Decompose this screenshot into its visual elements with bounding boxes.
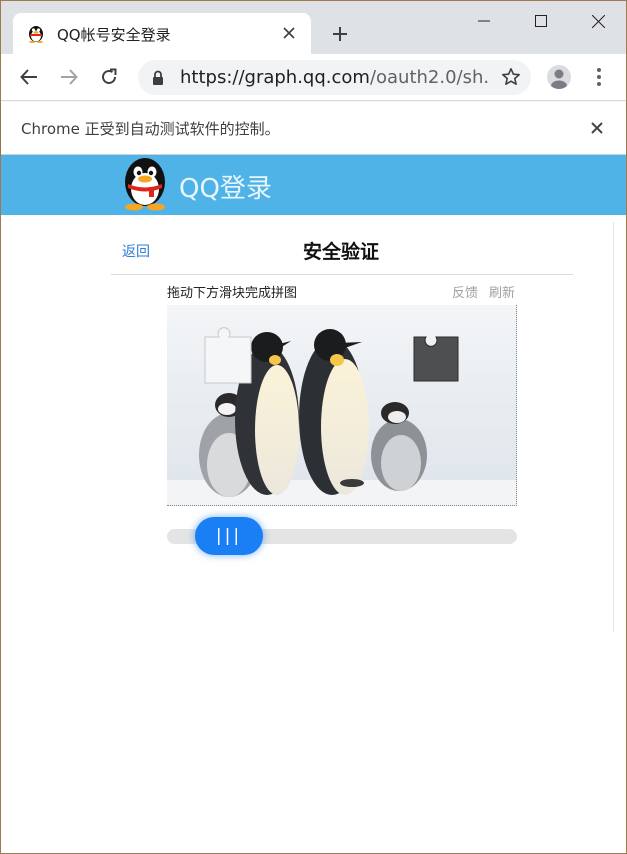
captcha-image <box>167 305 517 506</box>
verify-title: 安全验证 <box>302 241 379 263</box>
panel-border <box>613 222 614 632</box>
qq-header-title: QQ登录 <box>179 174 272 204</box>
infobar-text: Chrome 正受到自动测试软件的控制。 <box>21 120 280 138</box>
close-icon[interactable] <box>586 117 608 139</box>
url-host: https://graph.qq.com <box>180 67 370 88</box>
browser-toolbar: https://graph.qq.com/oauth2.0/sh... <box>1 54 626 101</box>
tab-title: QQ帐号安全登录 <box>57 26 171 44</box>
automation-infobar: Chrome 正受到自动测试软件的控制。 <box>1 102 626 155</box>
qq-header: QQ登录 <box>1 155 626 215</box>
slider-handle[interactable]: ||| <box>195 517 263 555</box>
arrow-left-icon[interactable] <box>15 63 43 91</box>
close-window-icon[interactable] <box>570 5 626 37</box>
plus-icon[interactable] <box>327 21 353 47</box>
avatar-icon[interactable] <box>547 65 571 89</box>
divider <box>111 274 573 275</box>
close-icon[interactable] <box>277 21 301 45</box>
url-text[interactable]: https://graph.qq.com/oauth2.0/sh... <box>180 67 490 88</box>
refresh-link[interactable]: 刷新 <box>489 282 515 301</box>
kebab-menu-icon[interactable] <box>591 65 607 89</box>
title-bar: QQ帐号安全登录 <box>1 1 626 55</box>
star-icon[interactable] <box>501 67 521 91</box>
maximize-icon[interactable] <box>513 5 569 37</box>
instruction-text: 拖动下方滑块完成拼图 <box>167 286 298 301</box>
browser-tab[interactable]: QQ帐号安全登录 <box>13 13 311 55</box>
reload-icon[interactable] <box>95 63 123 91</box>
url-path: /oauth2.0/sh... <box>369 67 490 88</box>
arrow-right-icon[interactable] <box>55 63 83 91</box>
qq-penguin-logo <box>119 155 171 211</box>
address-bar[interactable]: https://graph.qq.com/oauth2.0/sh... <box>138 60 531 95</box>
minimize-icon[interactable] <box>456 5 512 37</box>
qq-penguin-icon <box>26 23 46 43</box>
feedback-link[interactable]: 反馈 <box>452 282 478 301</box>
lock-icon[interactable] <box>152 70 164 89</box>
